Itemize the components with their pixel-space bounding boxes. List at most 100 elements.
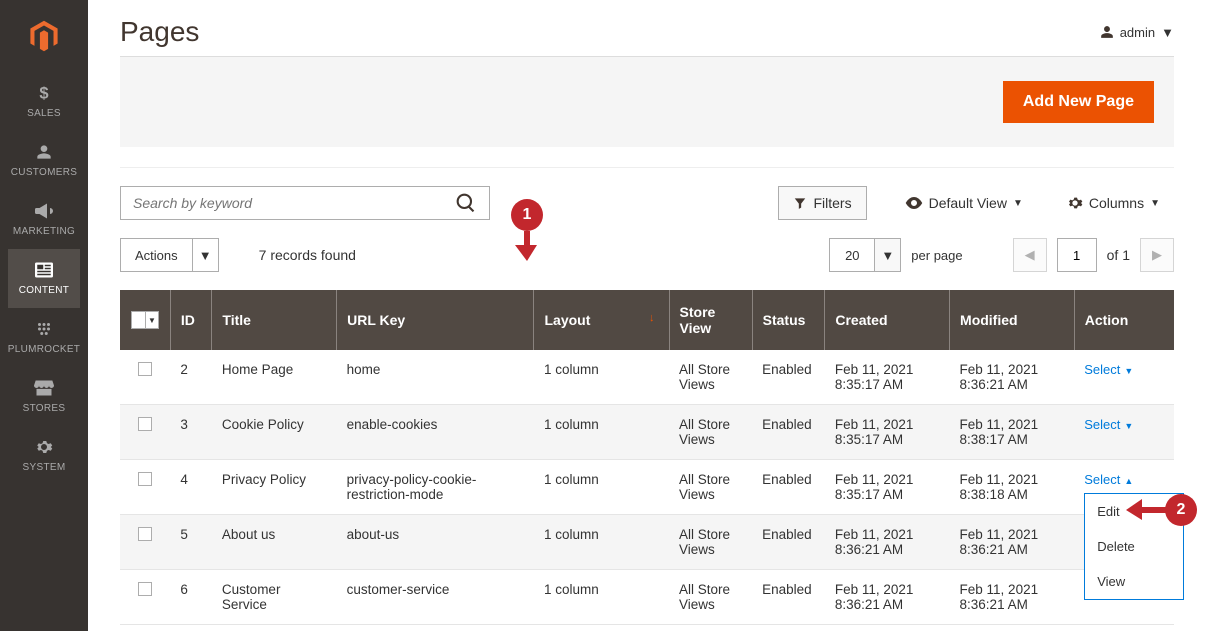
chevron-left-icon: ◀	[1025, 247, 1035, 263]
sidebar-item-customers[interactable]: CUSTOMERS	[8, 131, 80, 190]
columns-label: Columns	[1089, 195, 1144, 211]
cell-store: All Store Views	[669, 405, 752, 460]
cell-layout: 1 column	[534, 405, 669, 460]
row-checkbox[interactable]	[138, 472, 152, 486]
of-label: of	[1107, 247, 1119, 263]
search-icon	[456, 193, 476, 213]
hero-bar: Add New Page	[120, 56, 1174, 147]
chevron-right-icon: ▶	[1152, 247, 1162, 263]
row-checkbox[interactable]	[138, 527, 152, 541]
user-menu[interactable]: admin ▼	[1100, 25, 1174, 40]
cell-created: Feb 11, 2021 8:36:21 AM	[825, 515, 950, 570]
content-icon	[35, 259, 53, 281]
records-found: 7 records found	[259, 247, 356, 263]
search-container	[120, 186, 490, 220]
col-created[interactable]: Created	[825, 290, 950, 350]
sort-arrow-icon: ↓	[649, 312, 655, 324]
sidebar-item-content[interactable]: CONTENT	[8, 249, 80, 308]
cell-action: Select▼	[1074, 350, 1174, 405]
sidebar: $ SALES CUSTOMERS MARKETING CONTENT PLUMROCKE…	[0, 0, 88, 631]
cell-modified: Feb 11, 2021 8:36:21 AM	[950, 515, 1075, 570]
col-layout[interactable]: Layout↓	[534, 290, 669, 350]
caret-down-icon: ▼	[874, 239, 900, 271]
sidebar-item-label: STORES	[23, 403, 66, 414]
page-title: Pages	[120, 16, 199, 48]
cell-url-key: enable-cookies	[337, 405, 534, 460]
gear-icon	[1067, 195, 1083, 211]
sidebar-item-system[interactable]: SYSTEM	[8, 426, 80, 485]
action-view[interactable]: View	[1085, 564, 1183, 599]
arrow-down-icon	[515, 231, 539, 261]
add-new-page-button[interactable]: Add New Page	[1003, 81, 1154, 123]
cell-url-key: privacy-policy-cookie-restriction-mode	[337, 460, 534, 515]
row-checkbox[interactable]	[138, 362, 152, 376]
table-row: 5About usabout-us1 columnAll Store Views…	[120, 515, 1174, 570]
bulk-actions-select[interactable]: Actions ▼	[120, 238, 219, 272]
bullhorn-icon	[35, 200, 53, 222]
col-status[interactable]: Status	[752, 290, 825, 350]
arrow-left-icon	[1126, 499, 1166, 521]
col-action[interactable]: Action	[1074, 290, 1174, 350]
cell-modified: Feb 11, 2021 8:38:18 AM	[950, 460, 1075, 515]
prev-page-button[interactable]: ◀	[1013, 238, 1047, 272]
cell-title: About us	[212, 515, 337, 570]
col-checkbox[interactable]: ▼	[120, 290, 170, 350]
callout-1: 1	[511, 199, 543, 231]
search-go-button[interactable]	[443, 187, 489, 219]
sidebar-item-sales[interactable]: $ SALES	[8, 72, 80, 131]
svg-text:$: $	[39, 84, 48, 102]
person-icon	[36, 141, 52, 163]
stores-icon	[34, 377, 54, 399]
sidebar-item-stores[interactable]: STORES	[8, 367, 80, 426]
logo[interactable]	[0, 0, 88, 72]
cell-layout: 1 column	[534, 350, 669, 405]
col-title[interactable]: Title	[212, 290, 337, 350]
sidebar-item-marketing[interactable]: MARKETING	[8, 190, 80, 249]
cell-id: 6	[170, 570, 212, 625]
col-id[interactable]: ID	[170, 290, 212, 350]
columns-button[interactable]: Columns ▼	[1053, 189, 1174, 217]
per-page-value: 20	[830, 239, 874, 271]
cell-id: 3	[170, 405, 212, 460]
table-row: 3Cookie Policyenable-cookies1 columnAll …	[120, 405, 1174, 460]
cell-id: 5	[170, 515, 212, 570]
cell-modified: Feb 11, 2021 8:36:21 AM	[950, 350, 1075, 405]
col-url-key[interactable]: URL Key	[337, 290, 534, 350]
user-label: admin	[1120, 25, 1155, 40]
default-view-button[interactable]: Default View ▼	[891, 189, 1037, 217]
cell-layout: 1 column	[534, 515, 669, 570]
select-link[interactable]: Select▼	[1084, 417, 1133, 432]
cell-title: Customer Service	[212, 570, 337, 625]
cell-layout: 1 column	[534, 460, 669, 515]
next-page-button[interactable]: ▶	[1140, 238, 1174, 272]
sidebar-item-label: SALES	[27, 108, 61, 119]
cell-id: 2	[170, 350, 212, 405]
search-input[interactable]	[121, 187, 443, 219]
cell-title: Home Page	[212, 350, 337, 405]
sidebar-item-label: PLUMROCKET	[8, 344, 80, 355]
table-row: 2Home Pagehome1 columnAll Store ViewsEna…	[120, 350, 1174, 405]
select-link[interactable]: Select▼	[1084, 362, 1133, 377]
caret-down-icon: ▼	[192, 239, 218, 271]
cell-id: 4	[170, 460, 212, 515]
sidebar-item-label: SYSTEM	[23, 462, 66, 473]
per-page-select[interactable]: 20 ▼	[829, 238, 901, 272]
table-row: 4Privacy Policyprivacy-policy-cookie-res…	[120, 460, 1174, 515]
cell-modified: Feb 11, 2021 8:36:21 AM	[950, 570, 1075, 625]
sidebar-item-plumrocket[interactable]: PLUMROCKET	[8, 308, 80, 367]
caret-down-icon: ▼	[1161, 25, 1174, 40]
cell-store: All Store Views	[669, 515, 752, 570]
row-checkbox[interactable]	[138, 582, 152, 596]
row-checkbox[interactable]	[138, 417, 152, 431]
actions-label: Actions	[121, 248, 192, 263]
col-store[interactable]: Store View	[669, 290, 752, 350]
filters-button[interactable]: Filters	[778, 186, 866, 220]
pages-grid: ▼ ID Title URL Key Layout↓ Store View St…	[120, 290, 1174, 625]
action-delete[interactable]: Delete	[1085, 529, 1183, 564]
select-link[interactable]: Select▲	[1084, 472, 1133, 487]
sidebar-item-label: MARKETING	[13, 226, 75, 237]
cell-url-key: about-us	[337, 515, 534, 570]
page-input[interactable]	[1057, 238, 1097, 272]
total-pages: 1	[1122, 247, 1130, 263]
col-modified[interactable]: Modified	[950, 290, 1075, 350]
